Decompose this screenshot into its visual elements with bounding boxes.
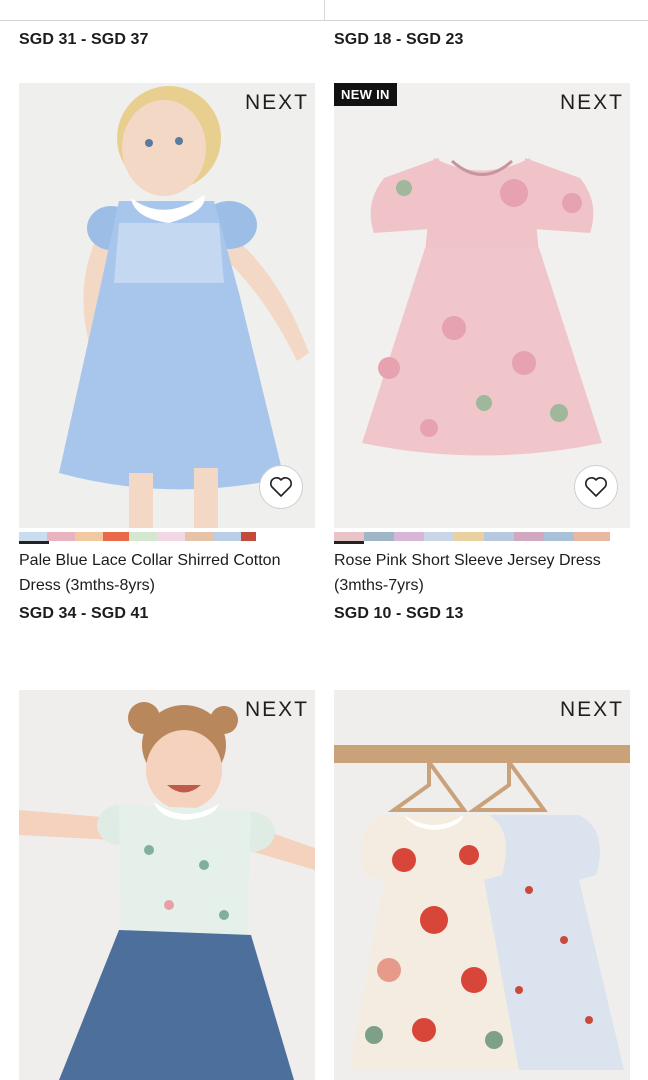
colour-swatch[interactable] bbox=[364, 532, 394, 541]
colour-swatch[interactable] bbox=[544, 532, 574, 541]
colour-swatch[interactable] bbox=[47, 532, 75, 541]
colour-swatch[interactable] bbox=[185, 532, 213, 541]
favourite-button[interactable] bbox=[574, 465, 618, 509]
product-image[interactable]: NEXT bbox=[19, 690, 315, 1080]
brand-logo: NEXT bbox=[559, 91, 624, 114]
brand-logo: NEXT bbox=[559, 698, 624, 721]
brand-logo: NEXT bbox=[244, 698, 309, 721]
product-image[interactable]: NEW IN NEXT bbox=[334, 83, 630, 528]
colour-swatch[interactable] bbox=[19, 532, 47, 541]
top-column-divider bbox=[324, 0, 325, 21]
product-price: SGD 10 - SGD 13 bbox=[334, 605, 464, 622]
product-card[interactable]: NEXT Pale Blue Lace Collar Shirred Cotto… bbox=[19, 83, 315, 643]
colour-swatch[interactable] bbox=[157, 532, 185, 541]
colour-swatch[interactable] bbox=[103, 532, 129, 541]
product-image[interactable]: NEXT bbox=[334, 690, 630, 1080]
product-image[interactable]: NEXT bbox=[19, 83, 315, 528]
product-price: SGD 31 - SGD 37 bbox=[19, 31, 149, 48]
product-title[interactable]: Pale Blue Lace Collar Shirred Cotton Dre… bbox=[19, 548, 315, 598]
product-card[interactable]: NEXT bbox=[334, 690, 630, 1080]
product-photo-girl-blue-dress bbox=[19, 83, 315, 528]
product-card[interactable]: NEXT bbox=[19, 690, 315, 1080]
product-photo-girl-floral-top-denim-skirt bbox=[19, 690, 315, 1080]
colour-swatches[interactable] bbox=[19, 532, 256, 541]
colour-swatch[interactable] bbox=[454, 532, 484, 541]
new-in-badge: NEW IN bbox=[334, 83, 397, 106]
colour-swatch[interactable] bbox=[213, 532, 241, 541]
active-swatch-indicator bbox=[19, 541, 49, 544]
colour-swatch[interactable] bbox=[514, 532, 544, 541]
heart-icon bbox=[585, 477, 607, 497]
colour-swatch[interactable] bbox=[484, 532, 514, 541]
product-photo-pink-dress bbox=[334, 83, 630, 528]
product-title[interactable]: Rose Pink Short Sleeve Jersey Dress (3mt… bbox=[334, 548, 630, 598]
brand-logo: NEXT bbox=[244, 91, 309, 114]
colour-swatch[interactable] bbox=[241, 532, 256, 541]
colour-swatch[interactable] bbox=[75, 532, 103, 541]
colour-swatch[interactable] bbox=[129, 532, 157, 541]
favourite-button[interactable] bbox=[259, 465, 303, 509]
active-swatch-indicator bbox=[334, 541, 364, 544]
product-card[interactable]: NEW IN NEXT Rose Pink Short Sleeve Jerse… bbox=[334, 83, 630, 643]
colour-swatch[interactable] bbox=[574, 532, 610, 541]
product-price: SGD 34 - SGD 41 bbox=[19, 605, 149, 622]
product-photo-dresses-on-hangers bbox=[334, 690, 630, 1080]
colour-swatch[interactable] bbox=[334, 532, 364, 541]
heart-icon bbox=[270, 477, 292, 497]
product-price: SGD 18 - SGD 23 bbox=[334, 31, 464, 48]
colour-swatch[interactable] bbox=[424, 532, 454, 541]
colour-swatches[interactable] bbox=[334, 532, 610, 541]
colour-swatch[interactable] bbox=[394, 532, 424, 541]
